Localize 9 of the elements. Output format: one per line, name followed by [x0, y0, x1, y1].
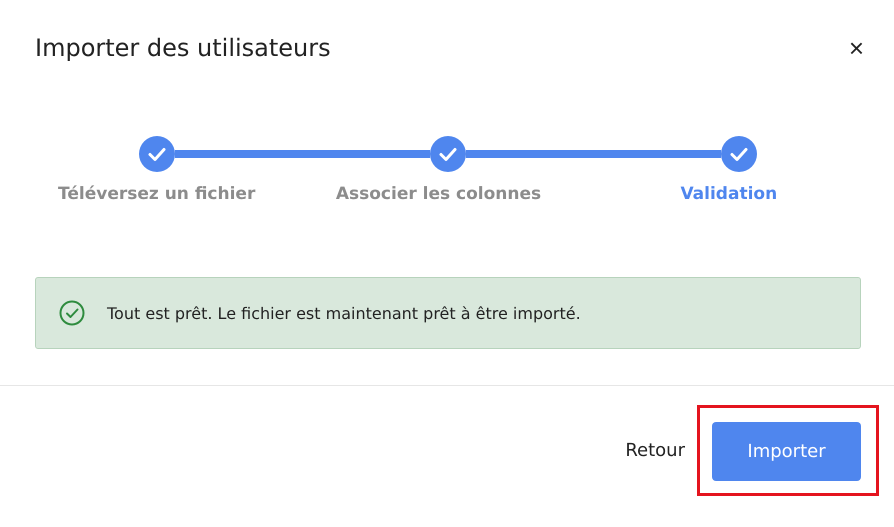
import-button[interactable]: Importer: [712, 422, 861, 481]
alert-message: Tout est prêt. Le fichier est maintenant prêt à être importé.: [107, 304, 581, 322]
check-circle-icon: [59, 300, 85, 326]
close-button[interactable]: ×: [848, 35, 864, 61]
step-label: Téléversez un fichier: [57, 184, 256, 204]
step-label: Associer les colonnes: [334, 184, 542, 204]
back-button[interactable]: Retour: [619, 430, 691, 471]
step-label: Validation: [679, 184, 778, 204]
dialog-title: Importer des utilisateurs: [35, 34, 331, 62]
